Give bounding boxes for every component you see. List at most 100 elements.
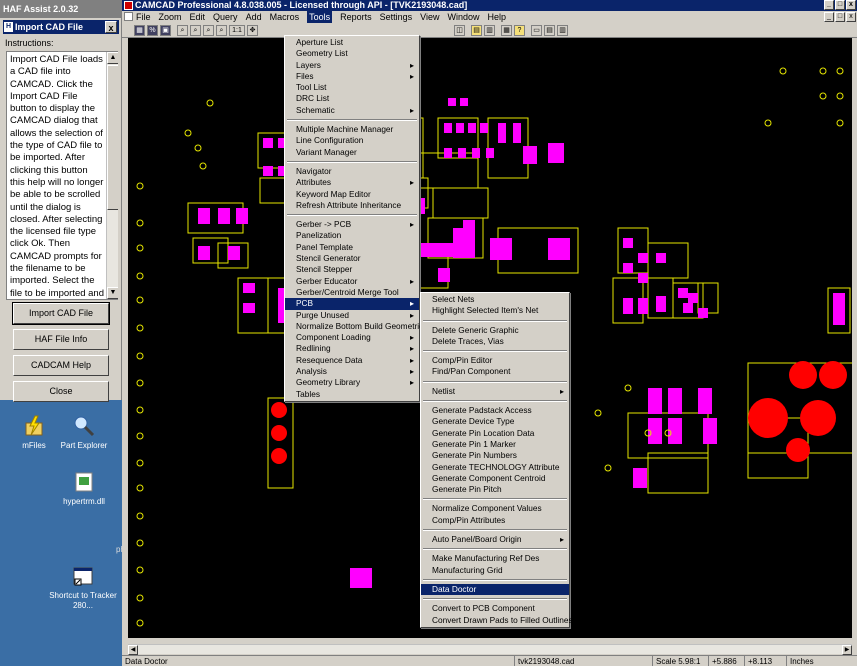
menu-item-geometry-library[interactable]: Geometry Library (285, 377, 419, 389)
vertical-scrollbar[interactable] (852, 38, 857, 644)
menu-item-navigator[interactable]: Navigator (285, 166, 419, 177)
maximize-button[interactable]: □ (835, 0, 845, 10)
help-icon[interactable]: ? (514, 25, 525, 36)
menu-item-pcb[interactable]: PCB (285, 298, 419, 310)
toolbar-list-icon[interactable]: ▤ (471, 25, 482, 36)
menu-item-redlining[interactable]: Redlining (285, 343, 419, 355)
submenu-item-netlist[interactable]: Netlist (421, 386, 569, 398)
submenu-item-highlight-selected-item-s-net[interactable]: Highlight Selected Item's Net (421, 305, 569, 316)
menu-item-files[interactable]: Files (285, 71, 419, 83)
menu-item-layers[interactable]: Layers (285, 60, 419, 72)
mdi-minimize-button[interactable]: _ (824, 12, 834, 22)
submenu-item-generate-pin-location-data[interactable]: Generate Pin Location Data (421, 428, 569, 439)
menu-item-schematic[interactable]: Schematic (285, 105, 419, 117)
menu-help[interactable]: Help (488, 11, 507, 23)
menu-view[interactable]: View (420, 11, 439, 23)
toolbar-split-icon[interactable]: ▤ (544, 25, 555, 36)
zoom-out-icon[interactable]: ⌕ (190, 25, 201, 36)
mdi-close-button[interactable]: x (846, 12, 856, 22)
import-cad-file-button[interactable]: Import CAD File (12, 302, 110, 325)
toolbar-grid2-icon[interactable]: ▦ (501, 25, 512, 36)
close-icon[interactable]: x (105, 21, 117, 33)
menu-item-stencil-stepper[interactable]: Stencil Stepper (285, 264, 419, 275)
menu-file[interactable]: File (136, 11, 151, 23)
submenu-item-generate-padstack-access[interactable]: Generate Padstack Access (421, 405, 569, 416)
zoom-extents-icon[interactable]: ⌕ (216, 25, 227, 36)
submenu-item-make-manufacturing-ref-des[interactable]: Make Manufacturing Ref Des (421, 553, 569, 564)
menu-item-stencil-generator[interactable]: Stencil Generator (285, 253, 419, 264)
menu-item-geometry-list[interactable]: Geometry List (285, 48, 419, 59)
submenu-item-generate-pin-1-marker[interactable]: Generate Pin 1 Marker (421, 439, 569, 450)
zoom-in-icon[interactable]: ⌕ (177, 25, 188, 36)
desktop-icon-hypertrm[interactable]: hypertrm.dll (52, 471, 116, 507)
submenu-item-comp-pin-editor[interactable]: Comp/Pin Editor (421, 355, 569, 366)
instructions-scrollbar[interactable]: ▲ ▼ (106, 52, 118, 299)
scroll-thumb[interactable] (107, 65, 118, 210)
submenu-item-select-nets[interactable]: Select Nets (421, 294, 569, 305)
toolbar-grid-icon[interactable]: ▦ (134, 25, 145, 36)
toolbar-open-icon[interactable]: ◫ (454, 25, 465, 36)
submenu-item-data-doctor[interactable]: Data Doctor (421, 583, 569, 596)
scroll-right-icon[interactable]: ▶ (842, 645, 852, 655)
menu-item-tables[interactable]: Tables (285, 389, 419, 400)
close-window-button[interactable]: x (846, 0, 856, 10)
menu-tools[interactable]: Tools (307, 11, 333, 23)
toolbar-table-icon[interactable]: ▥ (484, 25, 495, 36)
menu-zoom[interactable]: Zoom (159, 11, 182, 23)
menu-item-aperture-list[interactable]: Aperture List (285, 37, 419, 48)
menu-item-panelization[interactable]: Panelization (285, 230, 419, 241)
menu-add[interactable]: Add (246, 11, 262, 23)
menu-macros[interactable]: Macros (270, 11, 300, 23)
menu-item-variant-manager[interactable]: Variant Manager (285, 147, 419, 158)
scroll-left-icon[interactable]: ◀ (128, 645, 138, 655)
menu-window[interactable]: Window (448, 11, 480, 23)
submenu-item-generate-device-type[interactable]: Generate Device Type (421, 416, 569, 427)
instructions-textbox[interactable]: Import CAD File loads a CAD file into CA… (6, 51, 118, 300)
submenu-item-comp-pin-attributes[interactable]: Comp/Pin Attributes (421, 515, 569, 526)
menu-item-keyword-map-editor[interactable]: Keyword Map Editor (285, 189, 419, 200)
menu-item-purge-unused[interactable]: Purge Unused (285, 310, 419, 322)
menu-settings[interactable]: Settings (380, 11, 413, 23)
scroll-up-icon[interactable]: ▲ (107, 52, 118, 64)
menu-edit[interactable]: Edit (190, 11, 206, 23)
menu-item-component-loading[interactable]: Component Loading (285, 332, 419, 344)
toolbar-percent-icon[interactable]: % (147, 25, 158, 36)
desktop-icon-part-explorer[interactable]: Part Explorer (52, 415, 116, 451)
menu-item-attributes[interactable]: Attributes (285, 177, 419, 189)
menu-item-refresh-attribute-inheritance[interactable]: Refresh Attribute Inheritance (285, 200, 419, 211)
submenu-item-convert-to-pcb-component[interactable]: Convert to PCB Component (421, 603, 569, 614)
toolbar-frame-icon[interactable]: ▣ (160, 25, 171, 36)
menu-item-normalize-bottom-build-geometries[interactable]: Normalize Bottom Build Geometries (285, 321, 428, 332)
menu-item-panel-template[interactable]: Panel Template (285, 242, 419, 253)
zoom-window-icon[interactable]: ⌕ (203, 25, 214, 36)
submenu-item-delete-traces-vias[interactable]: Delete Traces, Vias (421, 336, 569, 347)
submenu-item-generate-technology-attribute[interactable]: Generate TECHNOLOGY Attribute (421, 462, 569, 473)
submenu-item-find-pan-component[interactable]: Find/Pan Component (421, 366, 569, 377)
desktop-icon-tracker-shortcut[interactable]: Shortcut to Tracker 280... (45, 565, 121, 611)
horizontal-scrollbar[interactable]: ◀ ▶ (128, 644, 852, 655)
zoom-1-to-1-icon[interactable]: 1:1 (229, 25, 245, 36)
close-button[interactable]: Close (13, 381, 109, 402)
menu-item-gerber-centroid-merge-tool[interactable]: Gerber/Centroid Merge Tool (285, 287, 419, 298)
submenu-item-convert-drawn-pads-to-filled-outlines[interactable]: Convert Drawn Pads to Filled Outlines (421, 615, 573, 626)
menu-reports[interactable]: Reports (340, 11, 372, 23)
submenu-item-normalize-component-values[interactable]: Normalize Component Values (421, 503, 569, 514)
menu-item-multiple-machine-manager[interactable]: Multiple Machine Manager (285, 124, 419, 135)
submenu-item-manufacturing-grid[interactable]: Manufacturing Grid (421, 565, 569, 576)
menu-item-gerber-educator[interactable]: Gerber Educator (285, 276, 419, 288)
menu-item-resequence-data[interactable]: Resequence Data (285, 355, 419, 367)
minimize-button[interactable]: _ (824, 0, 834, 10)
toolbar-layout-icon[interactable]: ▭ (531, 25, 542, 36)
menu-query[interactable]: Query (213, 11, 238, 23)
mdi-maximize-button[interactable]: □ (835, 12, 845, 22)
toolbar-tile-icon[interactable]: ▥ (557, 25, 568, 36)
menu-item-tool-list[interactable]: Tool List (285, 82, 419, 93)
menu-item-line-configuration[interactable]: Line Configuration (285, 135, 419, 146)
submenu-item-generate-component-centroid[interactable]: Generate Component Centroid (421, 473, 569, 484)
menu-item-gerber-pcb[interactable]: Gerber -> PCB (285, 219, 419, 231)
menu-item-analysis[interactable]: Analysis (285, 366, 419, 378)
scroll-down-icon[interactable]: ▼ (107, 287, 118, 299)
submenu-item-auto-panel-board-origin[interactable]: Auto Panel/Board Origin (421, 534, 569, 546)
pan-icon[interactable]: ✥ (247, 25, 258, 36)
menu-item-drc-list[interactable]: DRC List (285, 93, 419, 104)
